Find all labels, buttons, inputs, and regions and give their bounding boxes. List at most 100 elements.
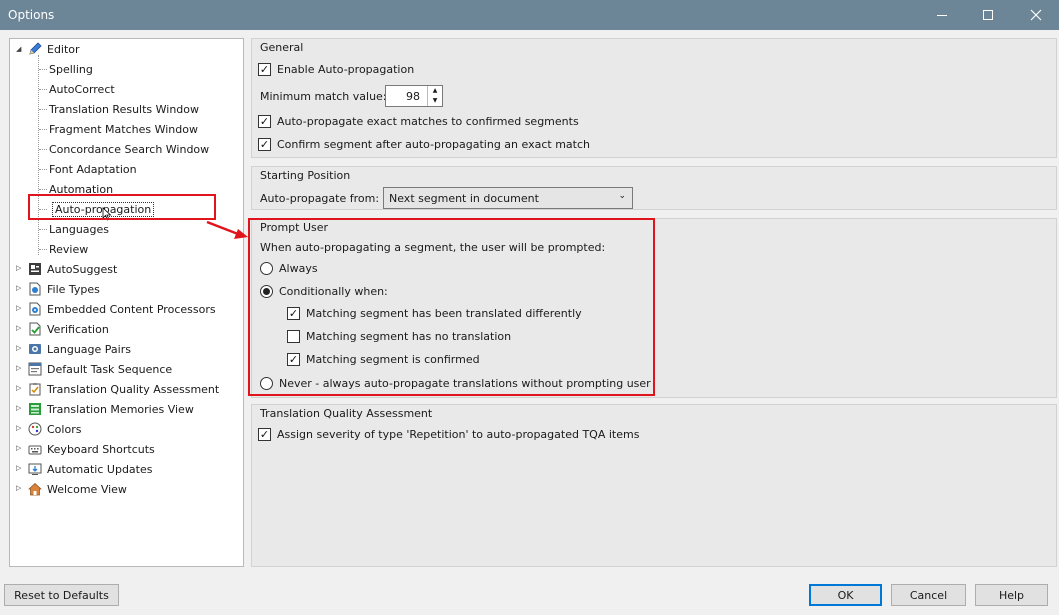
- radio-unselected-icon: [260, 377, 273, 390]
- palette-icon: [28, 422, 42, 436]
- expand-arrow-icon[interactable]: ▷: [16, 384, 21, 392]
- tree-item-label: Font Adaptation: [49, 162, 137, 176]
- minimize-icon: [937, 14, 947, 16]
- radio-label: Never - always auto-propagate translatio…: [279, 377, 651, 390]
- tree-item-automation[interactable]: Automation: [39, 180, 113, 198]
- autosuggest-icon: [29, 263, 41, 275]
- stepper-up-icon[interactable]: ▲: [428, 86, 442, 96]
- help-button[interactable]: Help: [975, 584, 1048, 606]
- propagate-from-label: Auto-propagate from:: [260, 192, 379, 205]
- cond-translated-differently-checkbox[interactable]: ✓ Matching segment has been translated d…: [287, 307, 582, 320]
- confirm-segment-checkbox[interactable]: ✓ Confirm segment after auto-propagating…: [258, 138, 590, 151]
- exact-matches-checkbox[interactable]: ✓ Auto-propagate exact matches to confir…: [258, 115, 579, 128]
- tree-item-font-adaptation[interactable]: Font Adaptation: [39, 160, 137, 178]
- tree-item-welcome-view[interactable]: ▷ Welcome View: [16, 480, 127, 498]
- checkbox-label: Auto-propagate exact matches to confirme…: [277, 115, 579, 128]
- reset-to-defaults-button[interactable]: Reset to Defaults: [4, 584, 119, 606]
- tqa-group: Translation Quality Assessment ✓ Assign …: [251, 404, 1057, 567]
- ok-button[interactable]: OK: [809, 584, 882, 606]
- checkbox-checked-icon: ✓: [258, 63, 271, 76]
- tree-item-languages[interactable]: Languages: [39, 220, 109, 238]
- chevron-down-icon: ⌄: [618, 191, 626, 201]
- prompt-user-group: Prompt User When auto-propagating a segm…: [251, 218, 1057, 398]
- min-match-value[interactable]: 98: [406, 90, 420, 103]
- pencil-icon: [29, 42, 42, 55]
- tree-item-embedded-content[interactable]: ▷ Embedded Content Processors: [16, 300, 216, 318]
- tree-item-translation-results[interactable]: Translation Results Window: [39, 100, 199, 118]
- tree-item-spelling[interactable]: Spelling: [39, 60, 93, 78]
- starting-position-group: Starting Position Auto-propagate from: N…: [251, 166, 1057, 210]
- checkbox-checked-icon: ✓: [287, 353, 300, 366]
- tree-item-translation-memories-view[interactable]: ▷ Translation Memories View: [16, 400, 194, 418]
- expand-arrow-icon[interactable]: ▷: [16, 284, 21, 292]
- close-button[interactable]: [1013, 0, 1059, 30]
- home-icon: [28, 483, 42, 496]
- tree-item-label: AutoSuggest: [47, 262, 118, 276]
- tree-item-auto-propagation[interactable]: Auto-propagation: [39, 200, 155, 218]
- cond-no-translation-checkbox[interactable]: Matching segment has no translation: [287, 330, 511, 343]
- field-label: Minimum match value:: [260, 90, 387, 103]
- expand-arrow-icon[interactable]: ▷: [16, 484, 21, 492]
- tree-item-verification[interactable]: ▷ Verification: [16, 320, 109, 338]
- checkbox-label: Assign severity of type 'Repetition' to …: [277, 428, 640, 441]
- tree-item-label: Editor: [47, 42, 80, 56]
- tree-item-editor[interactable]: ◢ Editor: [16, 40, 80, 58]
- expand-arrow-icon[interactable]: ▷: [16, 364, 21, 372]
- expand-arrow-icon[interactable]: ▷: [16, 344, 21, 352]
- radio-selected-icon: [260, 285, 273, 298]
- tree-item-label: Translation Results Window: [49, 102, 200, 116]
- tree-item-file-types[interactable]: ▷ File Types: [16, 280, 100, 298]
- tree-item-review[interactable]: Review: [39, 240, 88, 258]
- checkbox-label: Matching segment has been translated dif…: [306, 307, 582, 320]
- checkbox-checked-icon: ✓: [258, 138, 271, 151]
- expand-arrow-icon[interactable]: ▷: [16, 464, 21, 472]
- maximize-button[interactable]: [965, 0, 1011, 30]
- tree-item-fragment-matches[interactable]: Fragment Matches Window: [39, 120, 198, 138]
- radio-label: Always: [279, 262, 318, 275]
- tree-item-keyboard-shortcuts[interactable]: ▷ Keyboard Shortcuts: [16, 440, 155, 458]
- radio-always[interactable]: Always: [260, 262, 318, 275]
- file-types-icon: [29, 282, 41, 296]
- tree-item-colors[interactable]: ▷ Colors: [16, 420, 81, 438]
- window-title: Options: [8, 8, 55, 22]
- group-title: Prompt User: [260, 221, 329, 234]
- cancel-button[interactable]: Cancel: [891, 584, 966, 606]
- tree-item-label: Verification: [47, 322, 109, 336]
- tree-item-language-pairs[interactable]: ▷ Language Pairs: [16, 340, 131, 358]
- maximize-icon: [983, 10, 993, 20]
- checkbox-checked-icon: ✓: [258, 115, 271, 128]
- tree-item-autocorrect[interactable]: AutoCorrect: [39, 80, 115, 98]
- group-title: General: [260, 41, 304, 54]
- propagate-from-select[interactable]: Next segment in document ⌄: [383, 187, 633, 209]
- close-icon: [1030, 9, 1042, 21]
- expand-arrow-icon[interactable]: ▷: [16, 404, 21, 412]
- cond-confirmed-checkbox[interactable]: ✓ Matching segment is confirmed: [287, 353, 480, 366]
- tree-item-default-task-sequence[interactable]: ▷ Default Task Sequence: [16, 360, 172, 378]
- min-match-stepper[interactable]: 98 ▲ ▼: [385, 85, 443, 107]
- radio-never[interactable]: Never - always auto-propagate translatio…: [260, 377, 651, 390]
- checkbox-unchecked-icon: [287, 330, 300, 343]
- tree-item-label: Spelling: [49, 62, 93, 76]
- expand-arrow-icon[interactable]: ▷: [16, 424, 21, 432]
- translation-memories-icon: [29, 403, 41, 415]
- expand-arrow-icon[interactable]: ▷: [16, 304, 21, 312]
- checkbox-label: Matching segment has no translation: [306, 330, 512, 343]
- expand-arrow-icon[interactable]: ▷: [16, 324, 21, 332]
- tree-item-automatic-updates[interactable]: ▷ Automatic Updates: [16, 460, 152, 478]
- expand-arrow-icon[interactable]: ▷: [16, 444, 21, 452]
- tree-item-concordance[interactable]: Concordance Search Window: [39, 140, 209, 158]
- options-panel: General ✓ Enable Auto-propagation Minimu…: [251, 38, 1058, 567]
- tree-item-label: Concordance Search Window: [49, 142, 210, 156]
- radio-conditionally[interactable]: Conditionally when:: [260, 285, 388, 298]
- radio-unselected-icon: [260, 262, 273, 275]
- expand-arrow-icon[interactable]: ▷: [16, 264, 21, 272]
- collapse-arrow-icon[interactable]: ◢: [16, 45, 21, 53]
- options-tree[interactable]: ◢ Editor Spelling AutoCorrect Translatio…: [9, 38, 244, 567]
- assign-severity-checkbox[interactable]: ✓ Assign severity of type 'Repetition' t…: [258, 428, 639, 441]
- tree-item-autosuggest[interactable]: ▷ AutoSuggest: [16, 260, 117, 278]
- tree-item-tqa[interactable]: ▷ Translation Quality Assessment: [16, 380, 219, 398]
- enable-auto-propagation-checkbox[interactable]: ✓ Enable Auto-propagation: [258, 63, 414, 76]
- minimize-button[interactable]: [919, 0, 965, 30]
- stepper-down-icon[interactable]: ▼: [428, 96, 442, 106]
- tree-item-label: Language Pairs: [47, 342, 131, 356]
